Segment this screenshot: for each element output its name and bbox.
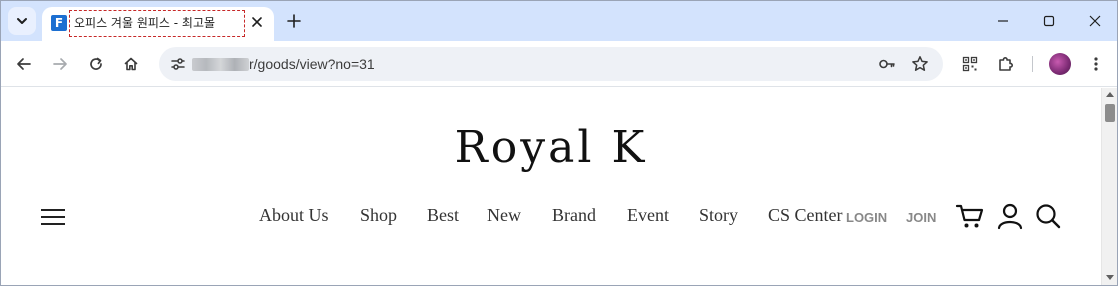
extensions-button[interactable] — [994, 52, 1018, 76]
scroll-thumb[interactable] — [1105, 104, 1115, 122]
web-page: Royal K About Us Shop Best New Brand Eve… — [1, 88, 1101, 285]
browser-toolbar: r/goods/view?no=31 — [1, 41, 1117, 87]
login-link[interactable]: LOGIN — [846, 210, 887, 225]
maximize-icon — [1043, 15, 1055, 27]
tab-close-button[interactable] — [248, 13, 266, 31]
more-vertical-icon — [1094, 57, 1098, 71]
arrow-left-icon — [17, 58, 31, 70]
plus-icon — [287, 14, 301, 28]
scroll-down-arrow[interactable] — [1106, 275, 1114, 280]
hamburger-menu-icon[interactable] — [41, 208, 65, 226]
cart-icon[interactable] — [955, 202, 985, 230]
join-link[interactable]: JOIN — [906, 210, 936, 225]
nav-cs-center[interactable]: CS Center — [768, 205, 843, 229]
nav-about-us[interactable]: About Us — [259, 205, 329, 229]
forward-button[interactable] — [48, 52, 72, 76]
qr-code-button[interactable] — [958, 52, 982, 76]
close-icon — [1089, 15, 1101, 27]
page-scrollbar[interactable] — [1101, 88, 1117, 285]
password-button[interactable] — [876, 53, 898, 75]
nav-brand[interactable]: Brand — [552, 205, 596, 229]
scroll-up-arrow[interactable] — [1106, 92, 1114, 97]
tab-title: 오피스 겨울 원피스 - 최고몰 — [69, 10, 245, 37]
back-button[interactable] — [12, 52, 36, 76]
url-redacted-segment — [192, 58, 249, 71]
nav-new[interactable]: New — [487, 205, 521, 229]
puzzle-icon — [999, 57, 1013, 71]
chevron-down-icon — [17, 18, 27, 24]
tab-search-button[interactable] — [8, 7, 36, 35]
nav-story[interactable]: Story — [699, 205, 738, 229]
tune-icon — [171, 58, 185, 70]
browser-window: F 오피스 겨울 원피스 - 최고몰 r/goods/view?no=31 Ro… — [0, 0, 1118, 286]
toolbar-divider — [1032, 56, 1033, 72]
bookmark-button[interactable] — [909, 53, 931, 75]
site-logo[interactable]: Royal K — [1, 122, 1101, 173]
address-bar[interactable]: r/goods/view?no=31 — [159, 47, 943, 81]
arrow-right-icon — [53, 58, 67, 70]
nav-event[interactable]: Event — [627, 205, 669, 229]
avatar[interactable] — [1049, 53, 1071, 75]
minimize-button[interactable] — [991, 9, 1015, 33]
favicon-icon: F — [51, 15, 67, 31]
minimize-icon — [998, 20, 1008, 22]
site-info-button[interactable] — [167, 53, 189, 75]
user-icon[interactable] — [995, 202, 1025, 230]
browser-menu-button[interactable] — [1084, 52, 1108, 76]
key-icon — [879, 59, 895, 69]
star-icon — [912, 56, 928, 71]
qr-code-icon — [962, 56, 978, 72]
close-icon — [252, 17, 262, 27]
nav-best[interactable]: Best — [427, 205, 459, 229]
home-icon — [124, 57, 138, 71]
tab-strip: F 오피스 겨울 원피스 - 최고몰 — [1, 1, 1117, 41]
active-tab[interactable]: F 오피스 겨울 원피스 - 최고몰 — [42, 7, 274, 41]
search-icon[interactable] — [1033, 202, 1063, 230]
reload-icon — [90, 57, 102, 70]
reload-button[interactable] — [84, 52, 108, 76]
home-button[interactable] — [119, 52, 143, 76]
maximize-button[interactable] — [1037, 9, 1061, 33]
nav-shop[interactable]: Shop — [360, 205, 397, 229]
close-window-button[interactable] — [1083, 9, 1107, 33]
new-tab-button[interactable] — [283, 10, 305, 32]
url-text[interactable]: r/goods/view?no=31 — [249, 55, 375, 73]
